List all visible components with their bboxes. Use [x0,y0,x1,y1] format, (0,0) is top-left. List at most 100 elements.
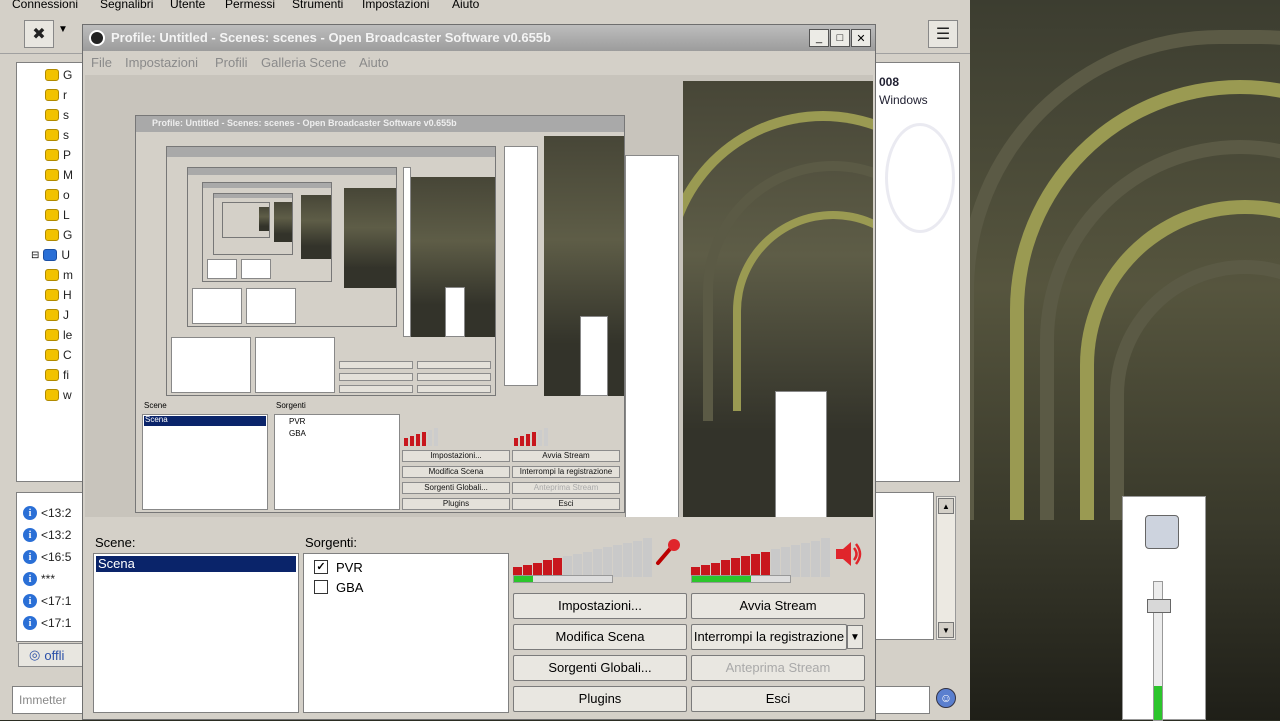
channel-bubble-icon [45,389,59,401]
collapse-icon[interactable]: ⊟ [31,250,39,261]
source-label-pvr: PVR [336,559,363,575]
menu-file[interactable]: File [91,55,112,70]
channel-tree-label: w [63,388,72,402]
source-checkbox-pvr[interactable]: ✓ [314,560,328,574]
chat-log-line: i *** [23,569,55,589]
stop-recording-button[interactable]: Interrompi la registrazione [691,624,847,650]
host-menu-impostazioni[interactable]: Impostazioni [362,0,429,11]
channel-tree-item[interactable]: fi [45,367,69,383]
nested-scenes-label: Scene [144,401,167,410]
teamspeak-logo-watermark [885,123,955,233]
log-scrollbar[interactable]: ▲ ▼ [936,496,956,640]
scroll-up-icon[interactable]: ▲ [938,498,954,514]
channel-tree-item[interactable]: le [45,327,72,343]
stream-preview: Profile: Untitled - Scenes: scenes - Ope… [85,75,873,517]
scene-list[interactable]: Scena [93,553,299,713]
preview-stream-button[interactable]: Anteprima Stream [691,655,865,681]
channel-tree-item[interactable]: P [45,147,71,163]
mic-meter-bar [573,553,582,577]
edit-scene-button[interactable]: Modifica Scena [513,624,687,650]
channel-tree-item[interactable]: s [45,127,69,143]
speaker-device-icon [1145,515,1179,549]
channel-tree-item[interactable]: o [45,187,70,203]
nested-btn-preview: Anteprima Stream [512,482,620,494]
mic-meter-bar [633,540,642,577]
secondary-input[interactable] [874,686,930,714]
close-icon[interactable]: ✕ [851,29,871,47]
source-checkbox-gba[interactable] [314,580,328,594]
nested-scene-item: Scena [145,415,168,424]
host-menu-permessi[interactable]: Permessi [225,0,275,11]
volume-slider-thumb[interactable] [1147,599,1171,613]
start-stream-button[interactable]: Avvia Stream [691,593,865,619]
channel-tree-label: L [63,208,70,222]
channel-tree-item[interactable]: s [45,107,69,123]
obs-window: Profile: Untitled - Scenes: scenes - Ope… [82,24,876,720]
channel-tree-label: M [63,168,73,182]
info-icon: i [23,572,37,586]
channel-bubble-icon [45,229,59,241]
channel-tree-item[interactable]: m [45,267,73,283]
scroll-down-icon[interactable]: ▼ [938,622,954,638]
channel-bubble-icon [45,189,59,201]
stop-recording-dropdown-icon[interactable]: ▼ [847,625,863,649]
channel-bubble-icon [45,349,59,361]
source-list[interactable]: ✓ PVR GBA [303,553,509,713]
host-menu-strumenti[interactable]: Strumenti [292,0,343,11]
channel-tree-item[interactable]: J [45,307,69,323]
menu-aiuto[interactable]: Aiuto [359,55,389,70]
menu-impostazioni[interactable]: Impostazioni [125,55,198,70]
maximize-icon[interactable]: □ [830,29,850,47]
dropdown-arrow-icon[interactable]: ▼ [58,24,68,35]
channel-tree-item[interactable]: G [45,67,72,83]
sources-label: Sorgenti: [305,535,358,550]
channel-tree-item[interactable]: C [45,347,72,363]
speaker-icon[interactable] [833,539,863,569]
settings-button[interactable]: Impostazioni... [513,593,687,619]
channel-bubble-icon [45,209,59,221]
channel-tree-item[interactable]: G [45,227,72,243]
desktop-level-bar [691,575,791,583]
mic-volume-meter[interactable] [513,537,653,577]
microphone-icon[interactable] [653,537,683,567]
emoticon-icon[interactable]: ☺ [936,688,956,708]
menu-galleria-scene[interactable]: Galleria Scene [261,55,346,70]
host-menu-segnalibri[interactable]: Segnalibri [100,0,153,11]
minimize-icon[interactable]: _ [809,29,829,47]
channel-tree[interactable]: Gr s s P Mo L G ⊟ Um H Jle Cfi w [16,62,86,482]
server-tab[interactable]: ◎ offli [18,643,88,667]
server-info-panel: 008 Windows [874,62,960,482]
settings-panel-icon[interactable]: ☰ [928,20,958,48]
chat-log-text: <13:2 [41,506,72,520]
nested-scene-list: Scena [142,414,268,510]
server-info-version: 008 [879,75,900,89]
host-menu-connessioni[interactable]: Connessioni [12,0,78,11]
desktop-volume-meter[interactable] [691,537,831,577]
channel-tree-item[interactable]: M [45,167,73,183]
channel-tree-item[interactable]: r [45,87,67,103]
secondary-info-panel [874,492,934,640]
source-item-gba[interactable]: GBA [314,578,363,596]
chat-input[interactable]: Immetter [12,686,90,714]
channel-tree-item[interactable]: H [45,287,72,303]
channel-tree-item[interactable]: w [45,387,72,403]
host-menu-aiuto[interactable]: Aiuto [452,0,479,11]
exit-button[interactable]: Esci [691,686,865,712]
scene-item[interactable]: Scena [96,556,296,572]
desktop-meter-bar [741,556,750,577]
plugins-button[interactable]: Plugins [513,686,687,712]
global-sources-button[interactable]: Sorgenti Globali... [513,655,687,681]
chat-log-line: i <13:2 [23,503,71,523]
menu-profili[interactable]: Profili [215,55,248,70]
host-menu-utente[interactable]: Utente [170,0,205,11]
chat-log-text: <13:2 [41,528,72,542]
nested-source-2: GBA [289,429,306,438]
chat-log-text: <16:5 [41,550,72,564]
channel-tree-item[interactable]: L [45,207,70,223]
nested-btn-exit: Esci [512,498,620,510]
channel-tree-label: r [63,88,67,102]
channel-tree-item[interactable]: ⊟ U [31,247,70,263]
connect-icon[interactable]: ✖ [24,20,54,48]
source-item-pvr[interactable]: ✓ PVR [314,558,363,576]
desktop-meter-bar [821,538,830,577]
